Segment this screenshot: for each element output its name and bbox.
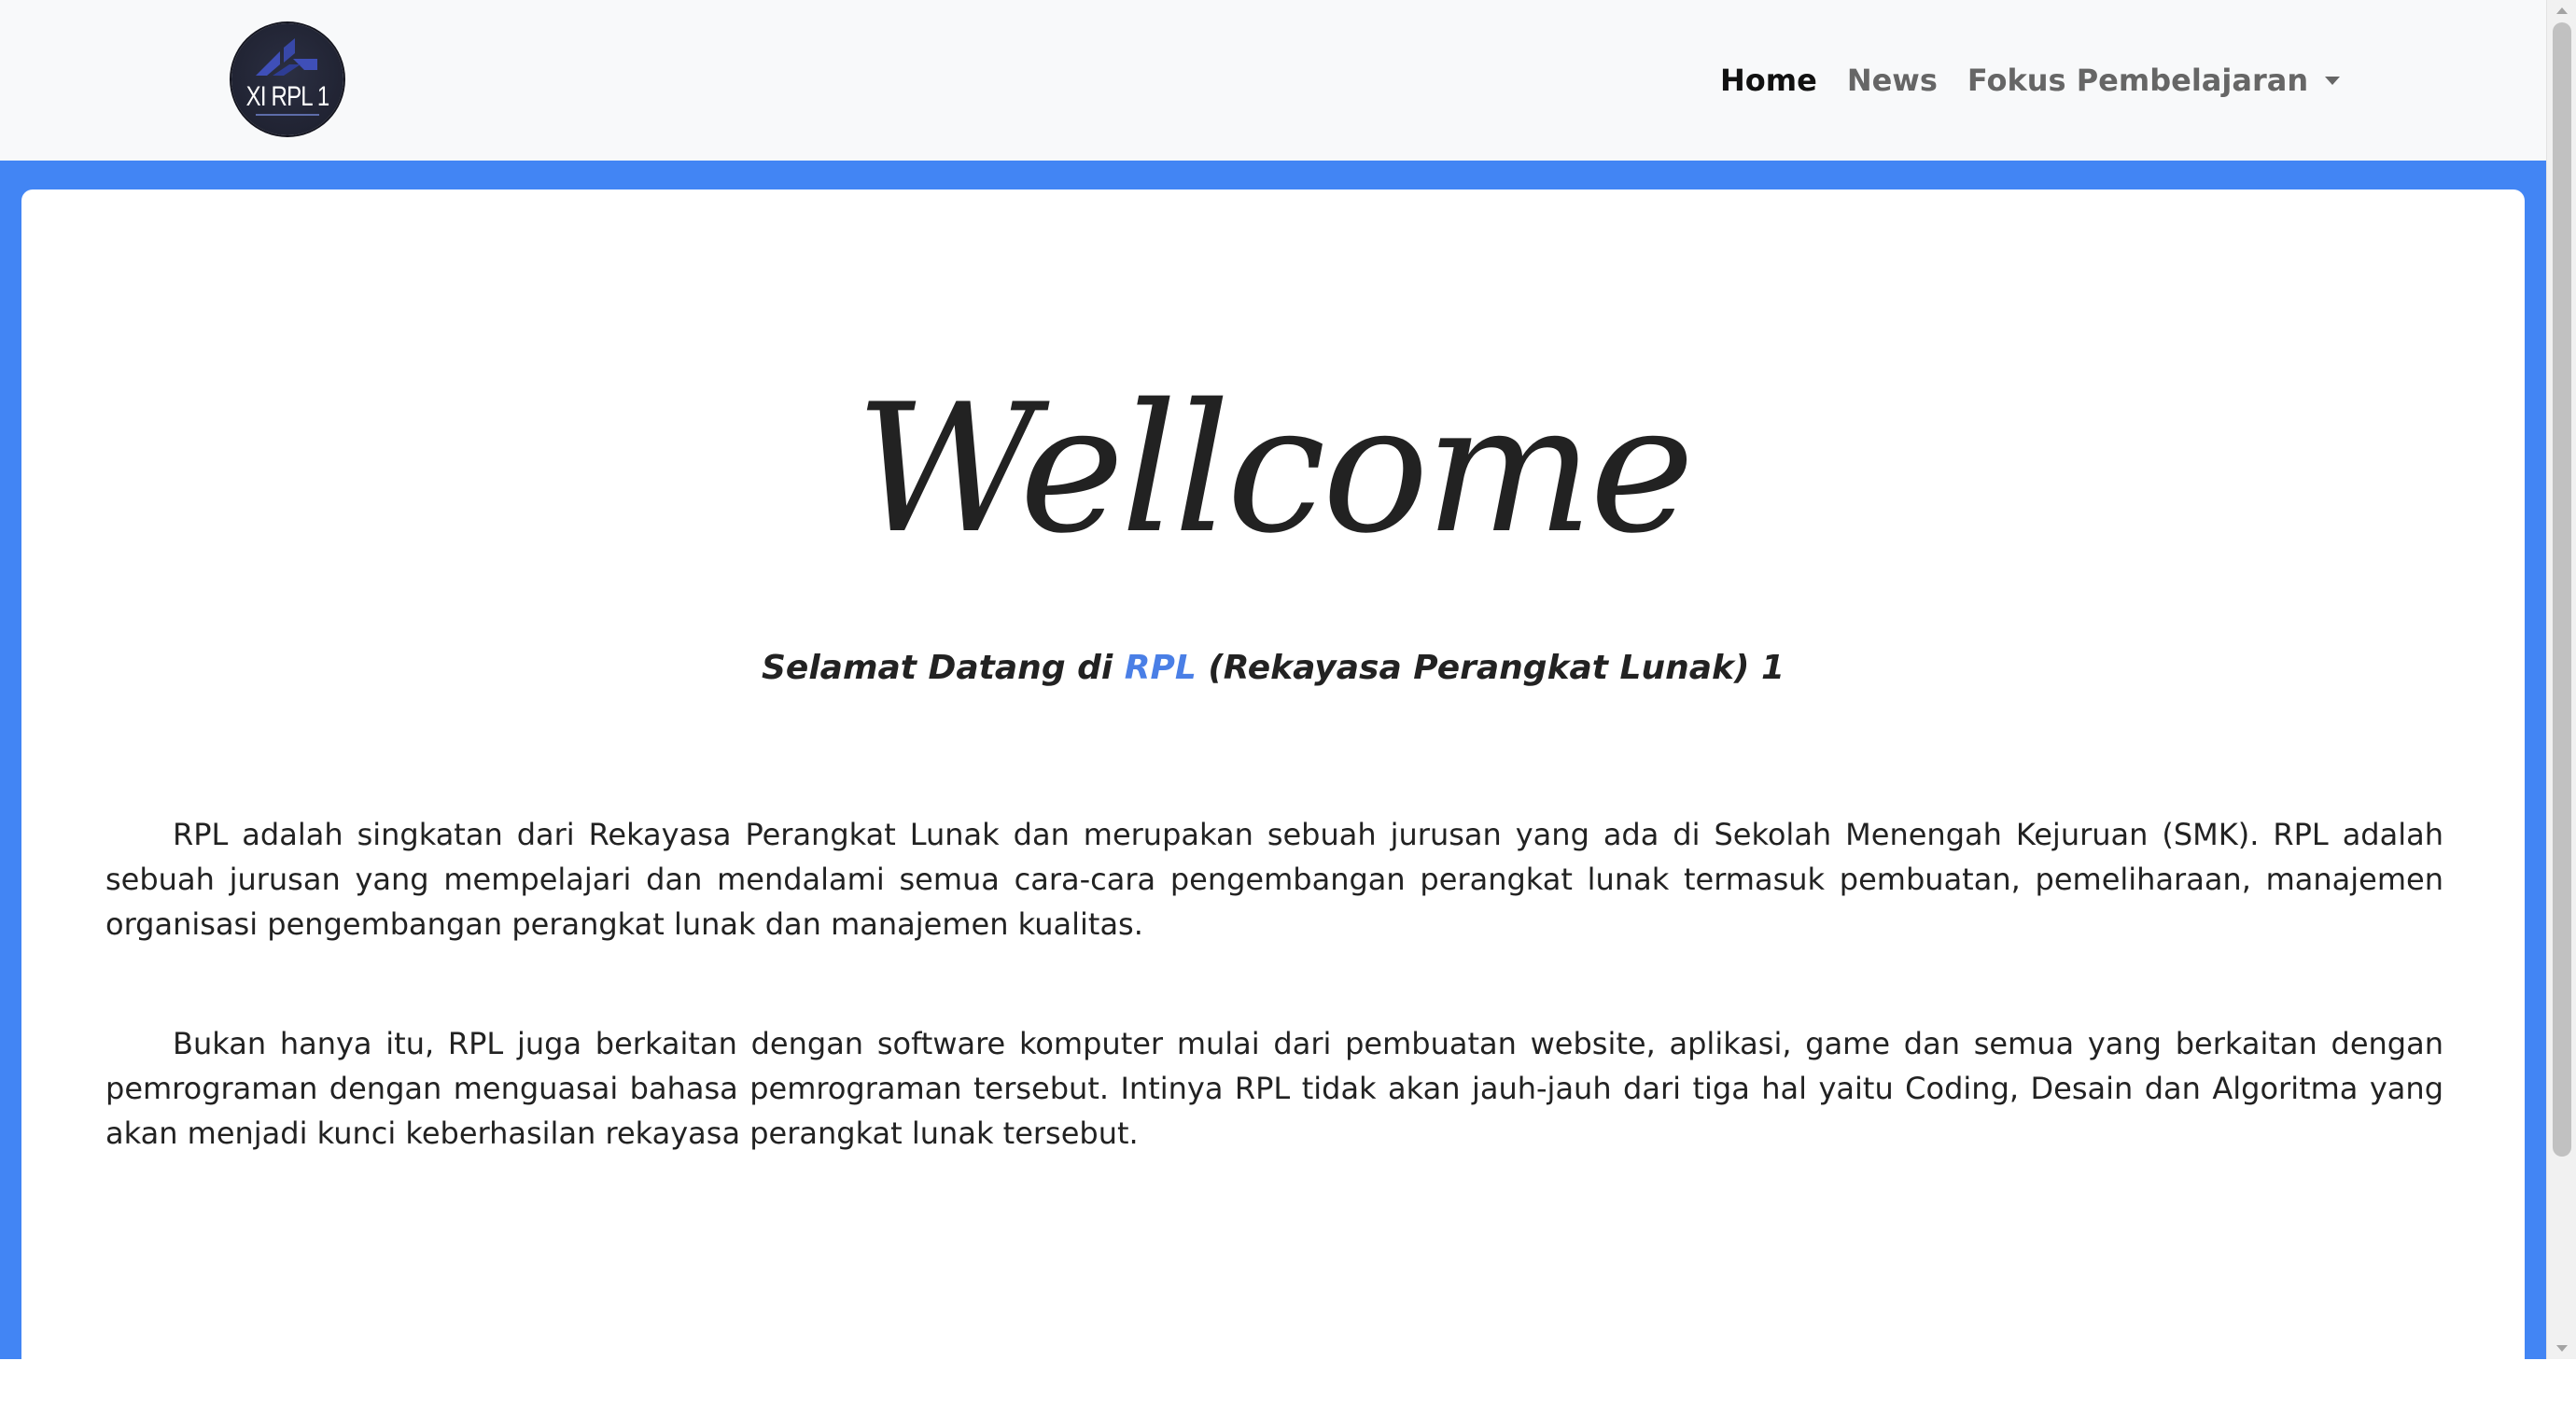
vertical-scrollbar[interactable] — [2546, 0, 2576, 1359]
logo-mark-icon — [256, 38, 317, 76]
welcome-title: Wellcome — [855, 366, 1694, 572]
content-card: Wellcome Selamat Datang di RPL (Rekayasa… — [21, 189, 2525, 1403]
caret-down-icon — [2325, 76, 2341, 85]
intro-paragraph-1: RPL adalah singkatan dari Rekayasa Peran… — [105, 817, 2443, 942]
logo-underline — [256, 114, 319, 116]
nav-links: Home News Fokus Pembelajaran — [1720, 58, 2341, 103]
scroll-down-arrow-icon[interactable] — [2556, 1345, 2568, 1352]
navbar: XI RPL 1 Home News Fokus Pembelajaran — [0, 0, 2546, 161]
subtitle-accent: RPL — [1124, 649, 1197, 687]
scrollbar-thumb[interactable] — [2553, 22, 2571, 1157]
nav-fokus-label: Fokus Pembelajaran — [1967, 63, 2309, 98]
logo[interactable]: XI RPL 1 — [231, 23, 343, 135]
logo-text: XI RPL 1 — [245, 81, 330, 112]
scroll-up-arrow-icon[interactable] — [2556, 7, 2568, 14]
welcome-subtitle: Selamat Datang di RPL (Rekayasa Perangka… — [21, 645, 2525, 692]
intro-paragraph-2: Bukan hanya itu, RPL juga berkaitan deng… — [105, 1026, 2443, 1151]
subtitle-prefix: Selamat Datang di — [761, 649, 1125, 687]
nav-news-link[interactable]: News — [1847, 58, 1938, 103]
nav-home-link[interactable]: Home — [1720, 58, 1817, 103]
nav-fokus-dropdown[interactable]: Fokus Pembelajaran — [1967, 58, 2341, 103]
subtitle-suffix: (Rekayasa Perangkat Lunak) 1 — [1196, 649, 1785, 687]
